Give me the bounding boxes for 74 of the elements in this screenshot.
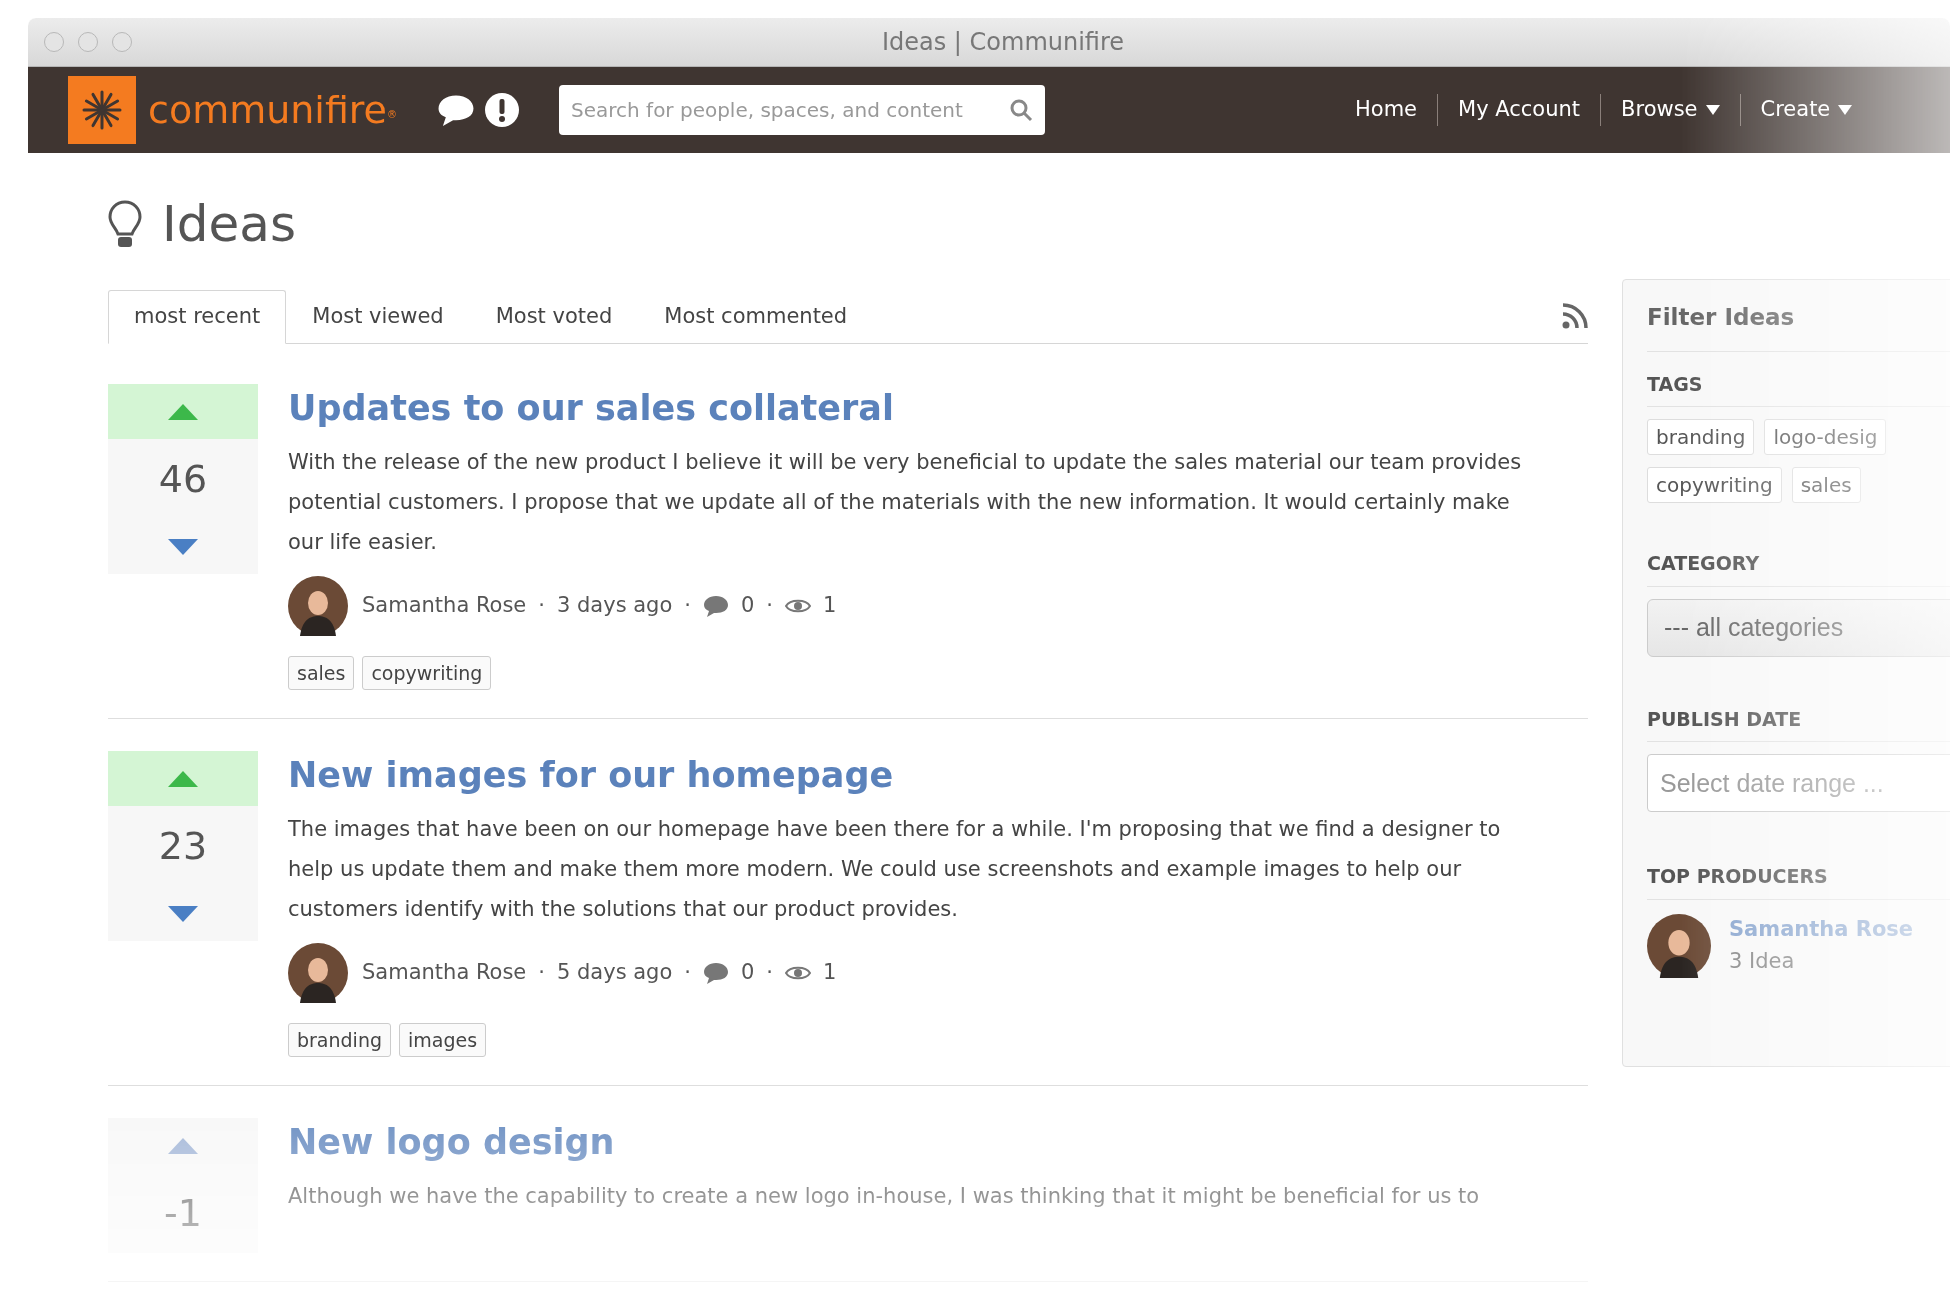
window-title: Ideas | Communifire <box>881 27 1125 58</box>
downvote-arrow-icon[interactable] <box>168 538 198 555</box>
idea-count: 3 Idea <box>1729 947 1796 975</box>
section-heading: TAGS <box>1647 369 1950 407</box>
tab[interactable]: most recent <box>108 290 287 344</box>
tab[interactable]: Most voted <box>469 290 639 344</box>
comment-icon <box>703 961 729 984</box>
tag[interactable]: branding <box>1647 419 1755 455</box>
window-control-icon[interactable] <box>112 32 132 52</box>
vote-count: 23 <box>158 822 208 870</box>
upvote-button[interactable] <box>108 1118 258 1173</box>
upvote-button[interactable] <box>108 751 258 806</box>
idea-description: The images that have been on our homepage have been there for a while. I'm proposing that we find a designer to help us update them and make them more modern. We could use screenshots and example images to help our customers identify with the solutions that our product provides. <box>288 815 1502 923</box>
vote-count: 46 <box>158 455 208 503</box>
idea-title[interactable]: New images for our homepage <box>288 753 1588 799</box>
logo-icon <box>68 76 136 144</box>
view-count: 1 <box>823 591 837 619</box>
section-heading: CATEGORY <box>1647 549 1950 587</box>
post-time: 5 days ago <box>556 958 673 986</box>
tab[interactable]: Most viewed <box>286 290 470 344</box>
upvote-button[interactable] <box>108 384 258 439</box>
avatar <box>1647 913 1711 978</box>
window-control-icon[interactable] <box>78 32 98 52</box>
upvote-arrow-icon[interactable] <box>168 403 198 420</box>
vote-count: -1 <box>164 1189 202 1237</box>
downvote-arrow-icon[interactable] <box>168 905 198 922</box>
page-title: Ideas <box>162 194 296 255</box>
tag[interactable]: copywriting <box>1647 467 1782 503</box>
category-select[interactable]: --- all categories <box>1647 598 1950 657</box>
author-link[interactable]: Samantha Rose <box>362 956 527 989</box>
upvote-arrow-icon[interactable] <box>168 1137 198 1154</box>
post-time: 3 days ago <box>556 591 673 619</box>
separator-dot: · <box>766 591 774 619</box>
tag[interactable]: branding <box>288 1022 391 1057</box>
caret-icon <box>1705 105 1720 115</box>
downvote-button[interactable] <box>108 886 258 941</box>
idea-title[interactable]: Updates to our sales collateral <box>288 386 1588 432</box>
rss-icon[interactable] <box>1562 303 1588 329</box>
view-count: 1 <box>823 958 837 986</box>
downvote-button[interactable] <box>108 519 258 574</box>
avatar <box>288 575 348 636</box>
date-range-field[interactable]: Select date range ... <box>1647 754 1950 812</box>
idea-description: With the release of the new product I believe it will be very beneficial to update the sales material our team provides potential customers. I propose that we update all of the materials with the new information. It would certainly make our life easier. <box>288 448 1523 556</box>
author-link[interactable]: Samantha Rose <box>362 589 527 622</box>
brand-name: communifire$^{®}$ <box>148 91 397 129</box>
tag[interactable]: copywriting <box>362 655 492 690</box>
comment-count: 0 <box>741 958 755 986</box>
tab[interactable]: Most commented <box>638 290 874 344</box>
nav-link[interactable]: My Account <box>1437 94 1601 126</box>
alert-icon[interactable] <box>485 93 519 127</box>
separator-dot: · <box>538 958 545 986</box>
avatar <box>288 942 348 1003</box>
upvote-arrow-icon[interactable] <box>168 770 198 787</box>
tag[interactable]: sales <box>288 655 355 690</box>
separator-dot: · <box>684 591 691 619</box>
nav-link[interactable]: Create <box>1739 94 1873 126</box>
separator-dot: · <box>538 591 545 619</box>
comment-icon <box>703 594 729 617</box>
idea-description: Although we have the capability to create a new logo in-house, I was thinking that it might be beneficial for us to <box>288 1182 1481 1210</box>
search-field[interactable]: Search for people, spaces, and content <box>559 85 1045 135</box>
nav-link[interactable]: Browse <box>1600 94 1740 126</box>
tag[interactable]: images <box>399 1022 487 1057</box>
window-control-icon[interactable] <box>44 32 64 52</box>
comment-count: 0 <box>741 591 755 619</box>
separator-dot: · <box>684 958 691 986</box>
caret-icon <box>1838 105 1853 115</box>
search-icon[interactable] <box>1009 98 1033 122</box>
nav-link[interactable]: Home <box>1335 94 1438 126</box>
section-heading: PUBLISH DATE <box>1647 704 1950 742</box>
lightbulb-icon <box>108 199 142 250</box>
separator-dot: · <box>766 958 774 986</box>
chat-bubble-icon[interactable] <box>437 94 475 126</box>
section-heading: TOP PRODUCERS <box>1647 862 1950 900</box>
panel-title: Filter Ideas <box>1647 300 1950 352</box>
